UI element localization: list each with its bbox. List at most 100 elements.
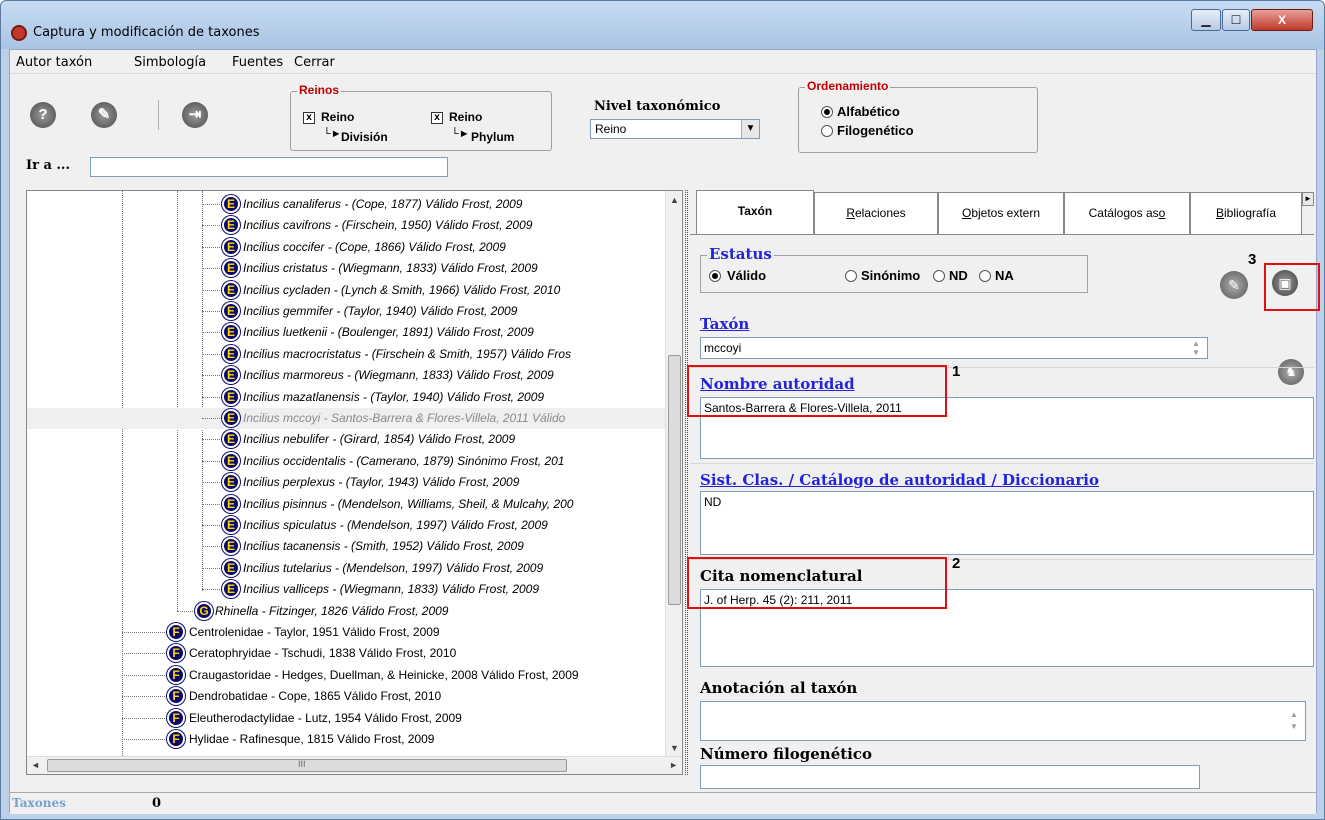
tree-row[interactable]: E Incilius canaliferus - (Cope, 1877) Vál… (27, 194, 667, 215)
status-bar: Taxones 0 (10, 792, 1316, 814)
anotacion-scroll-icon[interactable]: ▲ ▼ (1290, 709, 1298, 733)
sist-clas-input[interactable]: ND (700, 491, 1314, 555)
tab-content: Estatus Válido Sinónimo ND NA ✎ ▣ 3 Taxó… (687, 234, 1320, 789)
tree-row[interactable]: E Incilius pisinnus - (Mendelson, William… (27, 494, 667, 515)
nivel-select[interactable]: Reino ▼ (590, 119, 760, 139)
tab-catalogos-asociados[interactable]: Catálogos aso (1064, 192, 1190, 234)
menu-fuentes[interactable]: Fuentes (232, 55, 283, 70)
scroll-left-icon[interactable]: ◄ (31, 760, 40, 770)
tab-objetos-externos[interactable]: Objetos extern (938, 192, 1064, 234)
tree-connector (122, 696, 167, 698)
horizontal-scroll-thumb[interactable]: III (47, 759, 567, 772)
tree-row[interactable]: E Incilius marmoreus - (Wiegmann, 1833) V… (27, 365, 667, 386)
tree-row-label: Rhinella - Fitzinger, 1826 Válido Frost,… (215, 603, 449, 618)
valido-radio[interactable] (709, 270, 721, 282)
close-button[interactable]: X (1251, 9, 1313, 31)
tree-row[interactable]: E Incilius tutelarius - (Mendelson, 1997)… (27, 558, 667, 579)
tree-row[interactable]: E Incilius cycladen - (Lynch & Smith, 196… (27, 280, 667, 301)
tree-row[interactable]: F Dendrobatidae - Cope, 1865 Válido Frost… (27, 686, 667, 707)
edit-pen-button[interactable]: ✎ (91, 102, 117, 128)
main-window: Captura y modificación de taxones ▁ ☐ X … (0, 0, 1325, 820)
tab-relaciones[interactable]: Relaciones (814, 192, 938, 234)
taxon-input[interactable]: mccoyi (700, 337, 1208, 359)
animal-head-icon[interactable]: ♞ (1278, 359, 1304, 385)
callout-box-autoridad (687, 365, 947, 417)
sinonimo-radio[interactable] (845, 270, 857, 282)
rank-badge-icon: E (222, 409, 240, 427)
horizontal-scrollbar[interactable]: ◄ III ► (27, 756, 682, 774)
tree-row[interactable]: F Hylidae - Rafinesque, 1815 Válido Frost… (27, 729, 667, 750)
reinos-legend: Reinos (297, 83, 342, 97)
ir-a-input[interactable] (90, 157, 448, 177)
tree-row[interactable]: F Eleutherodactylidae - Lutz, 1954 Válido… (27, 708, 667, 729)
rank-badge-icon: E (222, 302, 240, 320)
tree-row[interactable]: E Incilius tacanensis - (Smith, 1952) Vál… (27, 536, 667, 557)
tree-row[interactable]: E Incilius mazatlanensis - (Taylor, 1940)… (27, 387, 667, 408)
tree-connector (202, 589, 222, 591)
tab-taxon[interactable]: Taxón (696, 190, 814, 234)
tree-row[interactable]: F Centrolenidae - Taylor, 1951 Válido Fro… (27, 622, 667, 643)
tree-row[interactable]: E Incilius gemmifer - (Taylor, 1940) Váli… (27, 301, 667, 322)
tree-row[interactable]: E Incilius nebulifer - (Girard, 1854) Vál… (27, 429, 667, 450)
maximize-button[interactable]: ☐ (1222, 9, 1250, 31)
exit-door-button[interactable]: ⇥ (182, 102, 208, 128)
phylum-arrow: └► (451, 128, 470, 140)
minimize-button[interactable]: ▁ (1191, 9, 1221, 31)
ordenamiento-legend: Ordenamiento (805, 79, 891, 93)
tree-row[interactable]: G Rhinella - Fitzinger, 1826 Válido Frost… (27, 601, 667, 622)
taxon-label: Taxón (700, 315, 750, 333)
vertical-scrollbar[interactable]: ▲ ▼ (665, 191, 682, 757)
tab-bibliografia[interactable]: Bibliografía (1190, 192, 1302, 234)
valido-label: Válido (727, 268, 767, 283)
tab-relaciones-access-key: R (846, 206, 855, 220)
tab-bibliografia-label: ibliografía (1223, 206, 1277, 220)
tree-connector (202, 311, 222, 312)
na-radio[interactable] (979, 270, 991, 282)
tree-row[interactable]: E Incilius luetkenii - (Boulenger, 1891) … (27, 322, 667, 343)
rank-badge-icon: E (222, 259, 240, 278)
reino-phylum-checkbox[interactable]: x (431, 112, 443, 124)
tree-row[interactable]: E Incilius coccifer - (Cope, 1866) Válido… (27, 237, 667, 258)
tree-connector (202, 353, 222, 355)
tree-row-label: Incilius nebulifer - (Girard, 1854) Váli… (243, 432, 516, 447)
division-arrow: └► (323, 128, 342, 140)
scroll-down-icon[interactable]: ▼ (670, 743, 679, 753)
menu-cerrar[interactable]: Cerrar (294, 55, 335, 70)
nd-radio[interactable] (933, 270, 945, 282)
reino-division-checkbox[interactable]: x (303, 112, 315, 124)
numero-filogenetico-input[interactable] (700, 765, 1200, 789)
scroll-up-icon[interactable]: ▲ (670, 195, 679, 205)
rank-badge-icon: E (222, 280, 240, 299)
tree-row[interactable]: E Incilius valliceps - (Wiegmann, 1833) V… (27, 579, 667, 600)
tree-row[interactable]: E Incilius spiculatus - (Mendelson, 1997)… (27, 515, 667, 536)
tree-connector (122, 653, 167, 655)
tab-scroll-right-icon[interactable]: ► (1302, 192, 1314, 206)
tree-connector (202, 396, 222, 398)
tree-row[interactable]: E Incilius cristatus - (Wiegmann, 1833) V… (27, 258, 667, 279)
tree-row[interactable]: F Ceratophryidae - Tschudi, 1838 Válido F… (27, 643, 667, 664)
alfabetico-radio[interactable] (821, 106, 833, 118)
tree-row[interactable]: E Incilius occidentalis - (Camerano, 1879… (27, 451, 667, 472)
tree-row[interactable]: E Incilius cavifrons - (Firschein, 1950) … (27, 215, 667, 236)
tree-row[interactable]: F Craugastoridae - Hedges, Duellman, & He… (27, 665, 667, 686)
rank-badge-icon: E (222, 537, 240, 556)
reino-phylum-label: Reino (449, 110, 483, 124)
vertical-scroll-thumb[interactable] (668, 355, 681, 605)
menu-simbologia[interactable]: Simbología (134, 55, 206, 70)
tree-row[interactable]: E Incilius macrocristatus - (Firschein & … (27, 344, 667, 365)
scroll-right-icon[interactable]: ► (669, 760, 678, 770)
tree-connector (202, 204, 222, 205)
tree-row[interactable]: E Incilius perplexus - (Taylor, 1943) Vál… (27, 472, 667, 493)
anotacion-input[interactable] (700, 701, 1306, 741)
panel-splitter[interactable] (685, 190, 688, 775)
edit-pencil-icon[interactable]: ✎ (1220, 271, 1248, 299)
filogenetico-radio[interactable] (821, 125, 833, 137)
filogenetico-label: Filogenético (837, 123, 914, 138)
taxones-label: Taxones (12, 796, 66, 810)
menu-autor-taxon[interactable]: Autor taxón (16, 55, 92, 70)
help-button[interactable]: ? (30, 102, 56, 128)
taxon-spin-icon[interactable]: ▲ ▼ (1192, 339, 1200, 357)
chevron-down-icon[interactable]: ▼ (741, 120, 759, 138)
callout-number-3: 3 (1248, 251, 1257, 268)
tree-row[interactable]: E Incilius mccoyi - Santos-Barrera & Flor… (27, 408, 667, 429)
